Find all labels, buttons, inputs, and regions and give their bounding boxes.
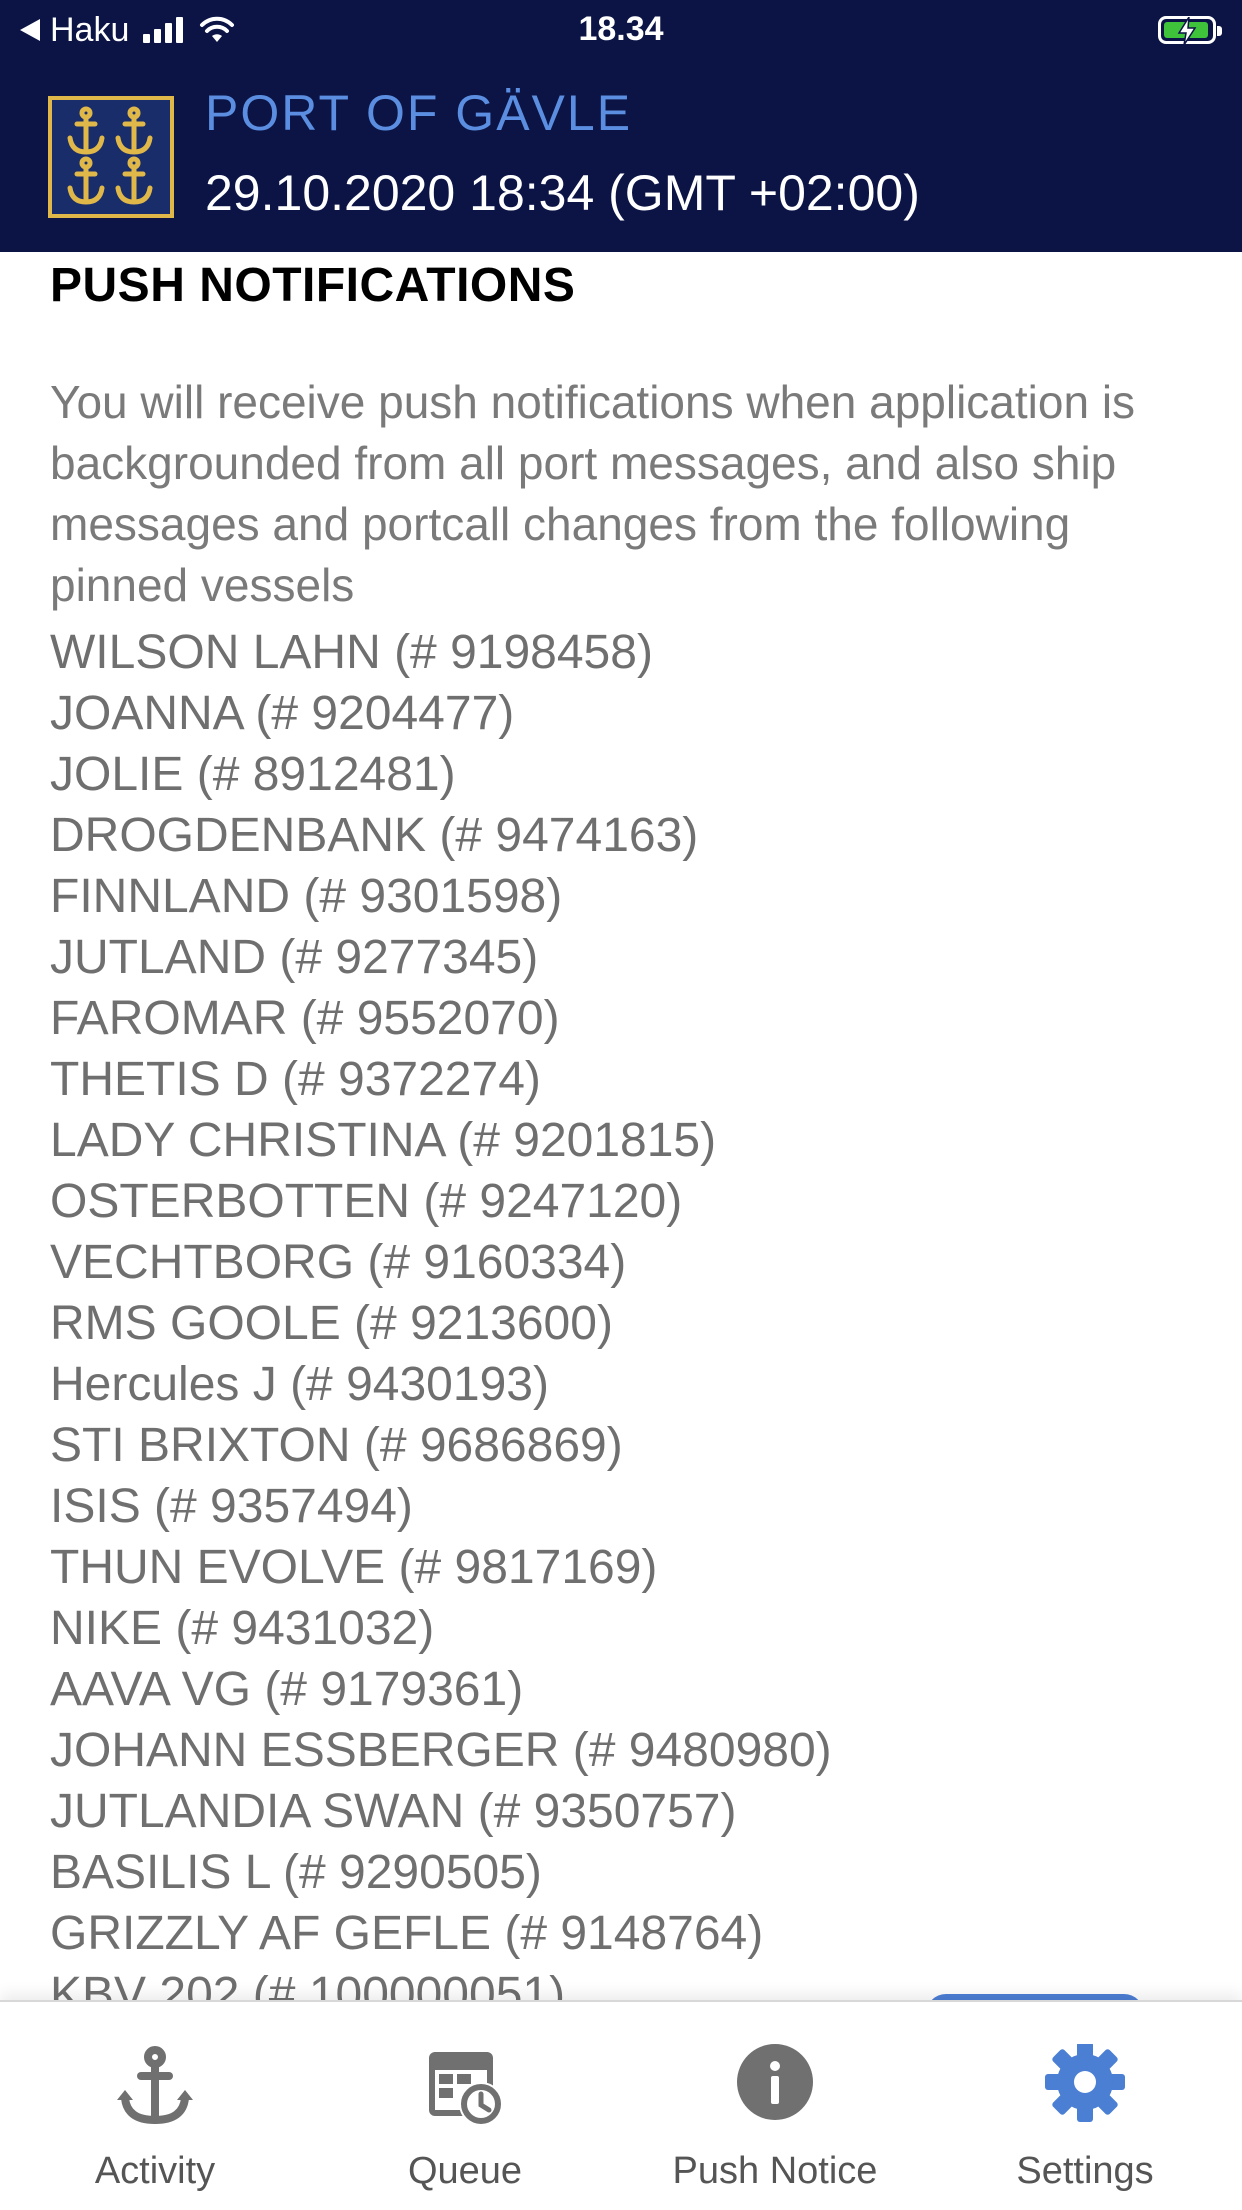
info-icon <box>737 2044 813 2120</box>
vessel-item: BASILIS L (# 9290505) <box>50 1846 542 1899</box>
tab-bar: Activity Queue Push Notice Settings <box>0 2000 1242 2210</box>
vessel-item: LADY CHRISTINA (# 9201815) <box>50 1114 717 1167</box>
vessel-item: THUN EVOLVE (# 9817169) <box>50 1541 658 1594</box>
vessel-item: KBV 202 (# 100000051) <box>50 1968 566 2000</box>
vessel-item: FAROMAR (# 9552070) <box>50 992 560 1045</box>
tab-label: Settings <box>1016 2150 1154 2192</box>
gear-icon <box>1045 2044 1125 2122</box>
tab-label: Push Notice <box>672 2150 878 2192</box>
vessel-item: STI BRIXTON (# 9686869) <box>50 1419 623 1472</box>
vessel-item: NIKE (# 9431032) <box>50 1602 435 1655</box>
tab-label: Activity <box>94 2150 216 2192</box>
vessel-item: RMS GOOLE (# 9213600) <box>50 1297 613 1350</box>
vessel-item: DROGDENBANK (# 9474163) <box>50 809 699 862</box>
tab-push-notice[interactable]: Push Notice <box>620 2002 930 2210</box>
calendar-clock-icon <box>429 2052 503 2126</box>
vessel-item: JUTLAND (# 9277345) <box>50 931 539 984</box>
battery-icon <box>1158 16 1222 45</box>
anchor-icon <box>117 2046 193 2125</box>
vessel-item: JOLIE (# 8912481) <box>50 748 456 801</box>
header-datetime: 29.10.2020 18:34 (GMT +02:00) <box>205 165 920 221</box>
vessel-item: AAVA VG (# 9179361) <box>50 1663 524 1716</box>
vessel-item: VECHTBORG (# 9160334) <box>50 1236 627 1289</box>
app-header: PORT OF GÄVLE 29.10.2020 18:34 (GMT +02:… <box>0 60 1242 252</box>
vessel-item: GRIZZLY AF GEFLE (# 9148764) <box>50 1907 764 1960</box>
vessel-item: JUTLANDIA SWAN (# 9350757) <box>50 1785 737 1838</box>
battery-cap <box>1217 26 1222 36</box>
push-notifications-page[interactable]: PUSH NOTIFICATIONS You will receive push… <box>0 252 1242 2000</box>
vessel-item: OSTERBOTTEN (# 9247120) <box>50 1175 683 1228</box>
vessel-item: WILSON LAHN (# 9198458) <box>50 626 653 679</box>
pinned-vessel-list: WILSON LAHN (# 9198458) JOANNA (# 9204477… <box>50 622 832 2000</box>
vessel-item: JOHANN ESSBERGER (# 9480980) <box>50 1724 832 1777</box>
vessel-item: Hercules J (# 9430193) <box>50 1358 549 1411</box>
tab-activity[interactable]: Activity <box>0 2002 310 2210</box>
push-description: You will receive push notifications when… <box>50 376 1136 611</box>
vessel-item: THETIS D (# 9372274) <box>50 1053 541 1106</box>
anchors-logo-icon <box>48 96 174 218</box>
vessel-item: ISIS (# 9357494) <box>50 1480 413 1533</box>
tab-label: Queue <box>407 2150 523 2192</box>
vessel-item: FINNLAND (# 9301598) <box>50 870 563 923</box>
status-time: 18.34 <box>578 10 664 48</box>
brand-name: PORT OF GÄVLE <box>205 85 633 141</box>
tab-queue[interactable]: Queue <box>310 2002 620 2210</box>
tab-settings[interactable]: Settings <box>930 2002 1240 2210</box>
charging-bolt-icon <box>1177 17 1197 45</box>
page-title: PUSH NOTIFICATIONS <box>50 259 576 312</box>
status-bar: Haku 18.34 <box>0 0 1242 60</box>
vessel-item: JOANNA (# 9204477) <box>50 687 515 740</box>
